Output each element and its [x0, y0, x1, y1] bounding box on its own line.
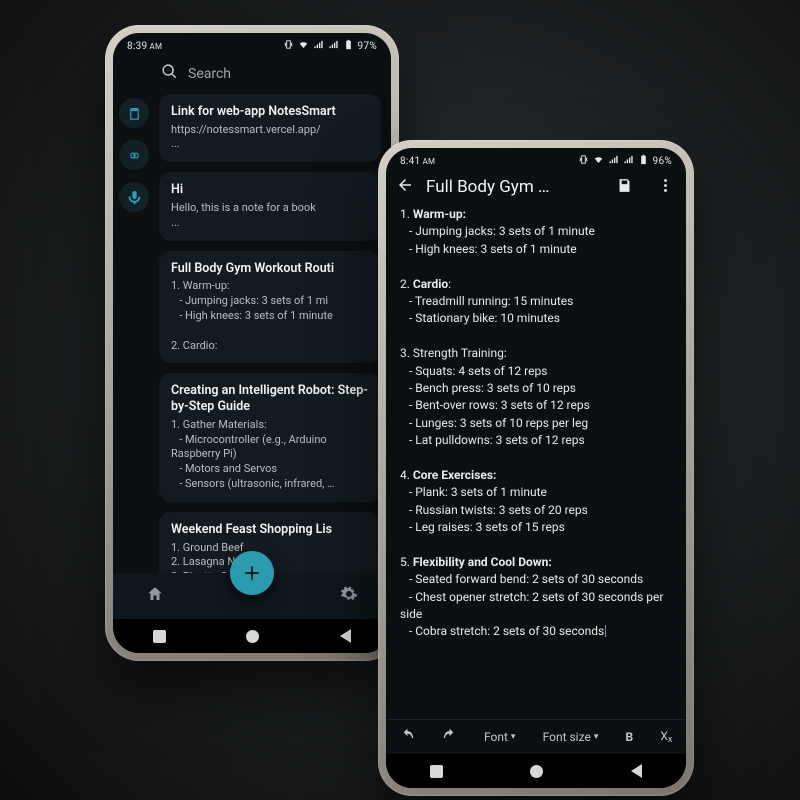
plus-icon	[242, 563, 262, 583]
note-preview: 1. Warm-up: - Jumping jacks: 3 sets of 1…	[171, 279, 369, 353]
note-editor-body[interactable]: 1. Warm-up: - Jumping jacks: 3 sets of 1…	[386, 206, 686, 719]
fontsize-dropdown[interactable]: Font size▾	[543, 730, 599, 744]
wifi-icon	[593, 154, 604, 168]
note-title: Weekend Feast Shopping Lis	[171, 522, 369, 538]
battery-pct: 96%	[653, 156, 672, 167]
clock-ampm: AM	[422, 157, 435, 166]
back-os-button[interactable]	[631, 764, 642, 778]
editor-topbar: Full Body Gym …	[386, 170, 686, 206]
status-bar: 8:41AM 96%	[386, 148, 686, 170]
bottom-nav	[113, 573, 391, 619]
phone-list: 8:39AM 97% Search	[105, 25, 399, 661]
note-title: Hi	[171, 182, 369, 198]
status-bar: 8:39AM 97%	[113, 33, 391, 55]
battery-pct: 97%	[358, 41, 377, 52]
note-card[interactable]: Creating an Intelligent Robot: Step-by-S…	[159, 373, 381, 501]
note-title: Full Body Gym Workout Routi	[171, 261, 369, 277]
search-input[interactable]: Search	[113, 55, 391, 94]
bold-button[interactable]: B	[626, 730, 634, 744]
wifi-icon	[298, 39, 309, 53]
note-editor-title: Full Body Gym …	[426, 177, 598, 197]
android-nav	[386, 754, 686, 788]
font-dropdown[interactable]: Font▾	[484, 730, 515, 744]
battery-icon	[638, 154, 649, 168]
settings-button[interactable]	[340, 585, 358, 607]
back-os-button[interactable]	[340, 629, 351, 643]
more-button[interactable]	[651, 177, 680, 198]
phone-editor: 8:41AM 96% Full Body Gym … 1. Warm-up: -…	[378, 140, 694, 796]
home-button[interactable]	[146, 585, 164, 607]
sidebar	[113, 94, 157, 573]
search-icon	[161, 63, 178, 84]
recent-apps-button[interactable]	[153, 630, 166, 643]
note-preview: Hello, this is a note for a book ...	[171, 201, 369, 231]
recent-apps-button[interactable]	[430, 765, 443, 778]
home-os-button[interactable]	[246, 630, 259, 643]
note-card[interactable]: Hi Hello, this is a note for a book ...	[159, 172, 381, 240]
clock: 8:41	[400, 156, 420, 167]
signal-icon-2	[623, 154, 634, 168]
search-placeholder: Search	[188, 66, 231, 82]
clear-format-button[interactable]: Xx	[660, 729, 672, 745]
back-button[interactable]	[396, 176, 414, 198]
vibrate-icon	[283, 39, 294, 53]
add-note-button[interactable]	[230, 551, 274, 595]
android-nav	[113, 619, 391, 653]
note-preview: 1. Gather Materials: - Microcontroller (…	[171, 418, 369, 492]
signal-icon	[313, 39, 324, 53]
clock-ampm: AM	[149, 42, 162, 51]
redo-button[interactable]	[442, 728, 457, 746]
note-title: Creating an Intelligent Robot: Step-by-S…	[171, 383, 369, 414]
clock: 8:39	[127, 41, 147, 52]
editor-toolbar: Font▾ Font size▾ B Xx	[386, 719, 686, 754]
note-preview: https://notessmart.vercel.app/ ...	[171, 123, 369, 153]
note-title: Link for web-app NotesSmart	[171, 104, 369, 120]
text-cursor	[605, 625, 606, 637]
home-os-button[interactable]	[530, 765, 543, 778]
mic-button[interactable]	[119, 182, 149, 212]
infinity-button[interactable]	[119, 140, 149, 170]
clipboard-button[interactable]	[119, 98, 149, 128]
undo-button[interactable]	[400, 728, 415, 746]
signal-icon	[608, 154, 619, 168]
note-card[interactable]: Full Body Gym Workout Routi 1. Warm-up: …	[159, 251, 381, 364]
note-card[interactable]: Link for web-app NotesSmart https://note…	[159, 94, 381, 162]
battery-icon	[343, 39, 354, 53]
note-list[interactable]: Link for web-app NotesSmart https://note…	[157, 94, 391, 573]
vibrate-icon	[578, 154, 589, 168]
signal-icon-2	[328, 39, 339, 53]
save-button[interactable]	[610, 177, 639, 198]
